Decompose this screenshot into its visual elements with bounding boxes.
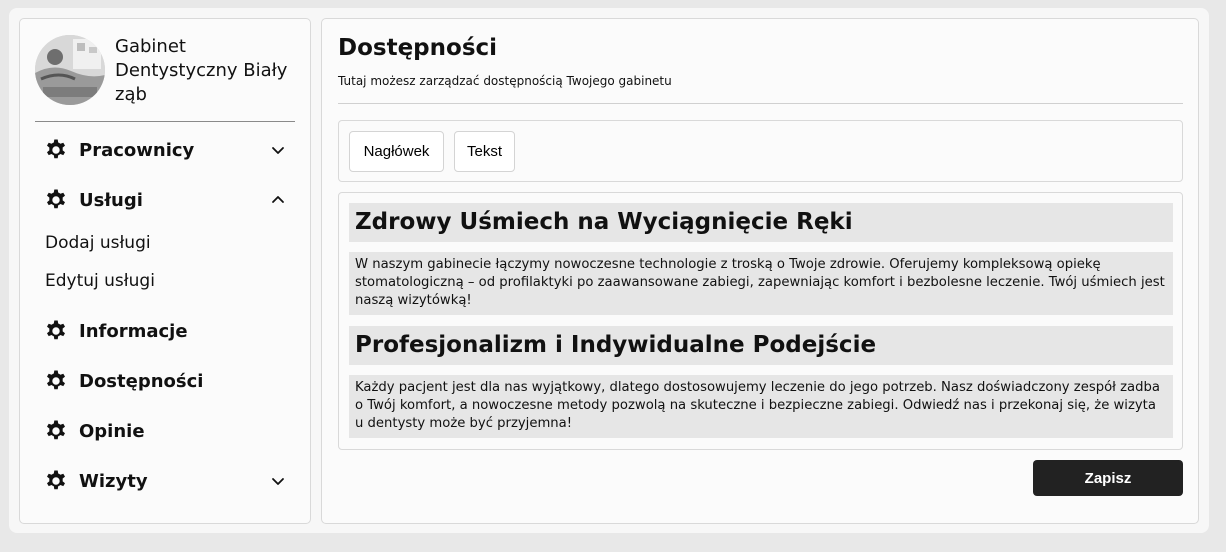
- sidebar-item-label: Informacje: [79, 320, 188, 342]
- sidebar-item-dostepnosci[interactable]: Dostępności: [44, 365, 294, 397]
- sidebar-subitem-edytuj-uslugi[interactable]: Edytuj usługi: [45, 271, 155, 291]
- gear-icon: [44, 369, 68, 393]
- sidebar-item-uslugi[interactable]: Usługi: [44, 184, 294, 216]
- sidebar-divider: [35, 121, 295, 122]
- gear-icon: [44, 469, 68, 493]
- gear-icon: [44, 188, 68, 212]
- content-heading[interactable]: Zdrowy Uśmiech na Wyciągnięcie Ręki: [349, 203, 1173, 242]
- header-divider: [338, 103, 1183, 104]
- sidebar-item-informacje[interactable]: Informacje: [44, 315, 294, 347]
- sidebar-item-wizyty[interactable]: Wizyty: [44, 465, 294, 497]
- chevron-down-icon[interactable]: [270, 473, 286, 489]
- gear-icon: [44, 319, 68, 343]
- save-button[interactable]: Zapisz: [1033, 460, 1183, 496]
- content-paragraph[interactable]: W naszym gabinecie łączymy nowoczesne te…: [349, 252, 1173, 315]
- sidebar-item-pracownicy[interactable]: Pracownicy: [44, 134, 294, 166]
- editor-toolbar: Nagłówek Tekst: [338, 120, 1183, 182]
- add-text-button[interactable]: Tekst: [454, 131, 515, 172]
- sidebar-item-label: Opinie: [79, 420, 145, 442]
- clinic-name: Gabinet Dentystyczny Biały ząb: [115, 36, 288, 105]
- clinic-logo-avatar: [35, 35, 105, 105]
- sidebar-item-label: Wizyty: [79, 470, 148, 492]
- sidebar-subitem-dodaj-uslugi[interactable]: Dodaj usługi: [45, 233, 151, 253]
- sidebar: Gabinet Dentystyczny Biały ząb Pracownic…: [19, 18, 311, 524]
- sidebar-item-label: Pracownicy: [79, 139, 195, 161]
- page-title: Dostępności: [338, 35, 498, 61]
- page-subtitle: Tutaj możesz zarządzać dostępnością Twoj…: [338, 74, 672, 88]
- sidebar-item-label: Dostępności: [79, 370, 204, 392]
- content-heading[interactable]: Profesjonalizm i Indywidualne Podejście: [349, 326, 1173, 365]
- chevron-down-icon[interactable]: [270, 142, 286, 158]
- content-paragraph[interactable]: Każdy pacjent jest dla nas wyjątkowy, dl…: [349, 375, 1173, 438]
- gear-icon: [44, 419, 68, 443]
- chevron-up-icon[interactable]: [270, 192, 286, 208]
- main-panel: Dostępności Tutaj możesz zarządzać dostę…: [321, 18, 1199, 524]
- add-heading-button[interactable]: Nagłówek: [349, 131, 444, 172]
- sidebar-item-opinie[interactable]: Opinie: [44, 415, 294, 447]
- sidebar-item-label: Usługi: [79, 189, 143, 211]
- gear-icon: [44, 138, 68, 162]
- brand: Gabinet Dentystyczny Biały ząb: [35, 35, 295, 121]
- content-editor: Zdrowy Uśmiech na Wyciągnięcie Ręki W na…: [338, 192, 1183, 450]
